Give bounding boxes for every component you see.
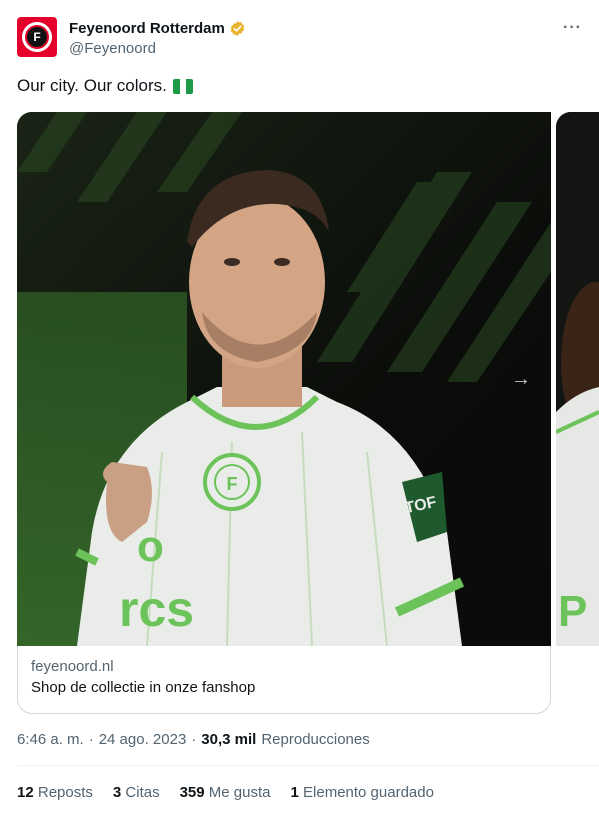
tweet-meta: 6:46 a. m. · 24 ago. 2023 · 30,3 mil Rep… — [17, 731, 370, 748]
views-count: 30,3 mil — [201, 731, 257, 748]
reposts-stat[interactable]: 12 Reposts — [17, 784, 93, 801]
meta-separator: · — [88, 731, 94, 748]
tweet-stats: 12 Reposts 3 Citas 359 Me gusta 1 Elemen… — [17, 784, 434, 801]
likes-label: Me gusta — [208, 784, 271, 801]
author-display-name[interactable]: Feyenoord Rotterdam — [69, 20, 225, 37]
flag-emoji-icon — [172, 78, 193, 94]
likes-count: 359 — [179, 784, 205, 801]
feyenoord-crest-icon: F — [22, 22, 52, 52]
second-player-illustration — [556, 112, 599, 646]
more-options-icon[interactable]: ··· — [563, 19, 582, 37]
author-handle[interactable]: @Feyenoord — [69, 40, 156, 57]
bookmarks-label: Elemento guardado — [303, 784, 434, 801]
bookmarks-stat[interactable]: 1 Elemento guardado — [291, 784, 434, 801]
link-card[interactable]: feyenoord.nl Shop de collectie in onze f… — [17, 646, 551, 714]
sponsor-text-2: rcs — [119, 581, 195, 637]
reposts-label: Reposts — [37, 784, 93, 801]
verified-badge-icon[interactable] — [229, 20, 246, 37]
next-media-arrow-icon[interactable]: → — [507, 365, 535, 393]
second-shirt-letter: P — [558, 587, 588, 636]
sponsor-text-1: o — [137, 522, 164, 571]
tweet-text: Our city. Our colors. — [17, 76, 193, 96]
tweet-text-content: Our city. Our colors. — [17, 76, 167, 95]
reposts-count: 12 — [17, 784, 34, 801]
link-card-title: Shop de collectie in onze fanshop — [31, 679, 256, 696]
svg-text:F: F — [227, 474, 238, 494]
author-name-row: Feyenoord Rotterdam — [69, 20, 246, 37]
views-label: Reproducciones — [261, 731, 370, 748]
media-carousel[interactable]: F o rcs TOF → P — [17, 112, 599, 646]
tweet-header: F Feyenoord Rotterdam @Feyenoord ··· — [17, 17, 599, 61]
media-image-2[interactable]: P — [556, 112, 599, 646]
media-image-1[interactable]: F o rcs TOF → — [17, 112, 551, 646]
bookmarks-count: 1 — [290, 784, 299, 801]
player-photo-illustration: F — [17, 112, 551, 646]
tweet-date[interactable]: 24 ago. 2023 — [99, 731, 187, 748]
avatar[interactable]: F — [17, 17, 57, 57]
likes-stat[interactable]: 359 Me gusta — [180, 784, 271, 801]
tweet-time[interactable]: 6:46 a. m. — [17, 731, 84, 748]
link-card-domain: feyenoord.nl — [31, 658, 114, 675]
quotes-count: 3 — [112, 784, 122, 801]
quotes-stat[interactable]: 3 Citas — [113, 784, 160, 801]
divider — [17, 765, 599, 766]
quotes-label: Citas — [125, 784, 160, 801]
meta-separator: · — [191, 731, 197, 748]
